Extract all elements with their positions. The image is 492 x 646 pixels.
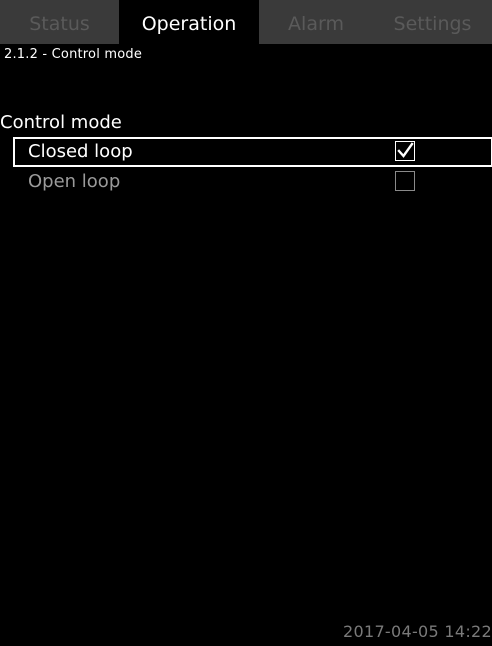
closed-loop-checkbox[interactable] [395,141,415,161]
checkmark-icon [397,142,414,158]
option-label: Open loop [28,171,121,192]
option-open-loop[interactable]: Open loop [14,168,492,196]
controller-screen: Status Operation Alarm Settings 2.1.2 - … [0,0,492,646]
tab-status[interactable]: Status [0,0,119,44]
option-closed-loop[interactable]: Closed loop [13,137,492,167]
open-loop-checkbox[interactable] [395,171,415,191]
option-label: Closed loop [28,141,133,162]
section-heading: Control mode [0,112,122,133]
tab-settings[interactable]: Settings [373,0,492,44]
tab-operation[interactable]: Operation [119,0,259,44]
tab-bar: Status Operation Alarm Settings [0,0,492,44]
timestamp: 2017-04-05 14:22 [343,622,492,641]
tab-alarm[interactable]: Alarm [259,0,373,44]
control-mode-options: Closed loop Open loop [13,137,492,196]
breadcrumb: 2.1.2 - Control mode [4,47,143,62]
